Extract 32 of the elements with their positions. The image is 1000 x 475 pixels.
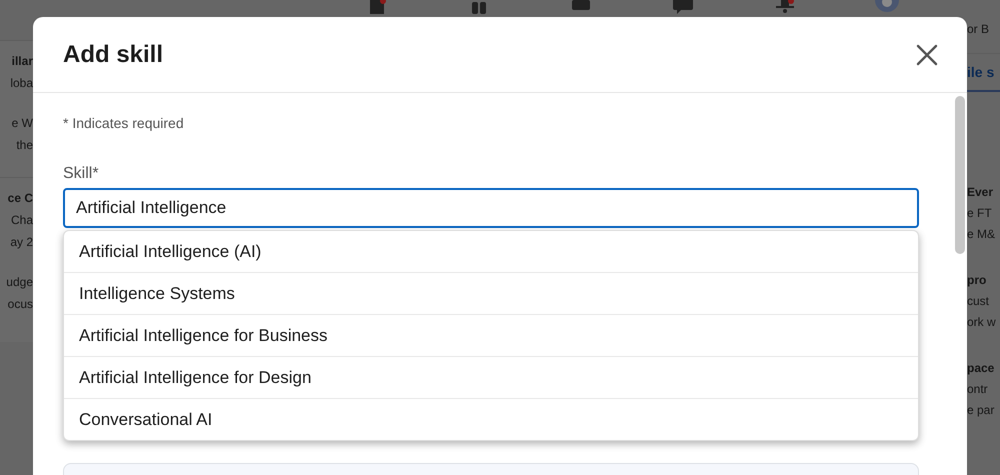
card-text: or B [967, 21, 990, 38]
card-text: ork w [967, 314, 996, 331]
card-text: the [16, 137, 33, 154]
suggestion-item[interactable]: Conversational AI [64, 398, 918, 440]
avatar-icon[interactable] [875, 0, 899, 14]
card-text: e par [967, 402, 994, 419]
suggestion-item[interactable]: Artificial Intelligence for Business [64, 314, 918, 356]
card-text: loba [10, 75, 33, 92]
card-title: illar [12, 53, 33, 70]
card-text: ocus [8, 296, 33, 313]
card-text: ontr [967, 381, 988, 398]
card-title: ce C [8, 190, 33, 207]
bell-icon[interactable] [773, 0, 797, 14]
card-text: e M& [967, 226, 996, 243]
suggestion-item[interactable]: Artificial Intelligence for Design [64, 356, 918, 398]
suggestion-item[interactable]: Intelligence Systems [64, 272, 918, 314]
card-text: e W [12, 115, 33, 132]
skill-input[interactable]: Artificial Intelligence [63, 188, 919, 228]
card-text: udge [6, 274, 33, 291]
required-note: * Indicates required [63, 115, 184, 131]
scrollbar[interactable] [955, 96, 965, 254]
card-title: pace [967, 360, 994, 377]
card-text: ay 2 [10, 234, 33, 251]
card-text: Cha [10, 212, 33, 229]
card-text: cust [967, 293, 990, 310]
card-title: Ever [967, 184, 994, 201]
dialog-title: Add skill [63, 40, 164, 68]
card-title: pro [967, 272, 986, 289]
card-text: e FT [967, 205, 992, 222]
field-label: Skill* [63, 165, 99, 183]
suggestion-item[interactable]: Artificial Intelligence (AI) [64, 231, 918, 272]
chat-icon[interactable] [671, 0, 695, 14]
